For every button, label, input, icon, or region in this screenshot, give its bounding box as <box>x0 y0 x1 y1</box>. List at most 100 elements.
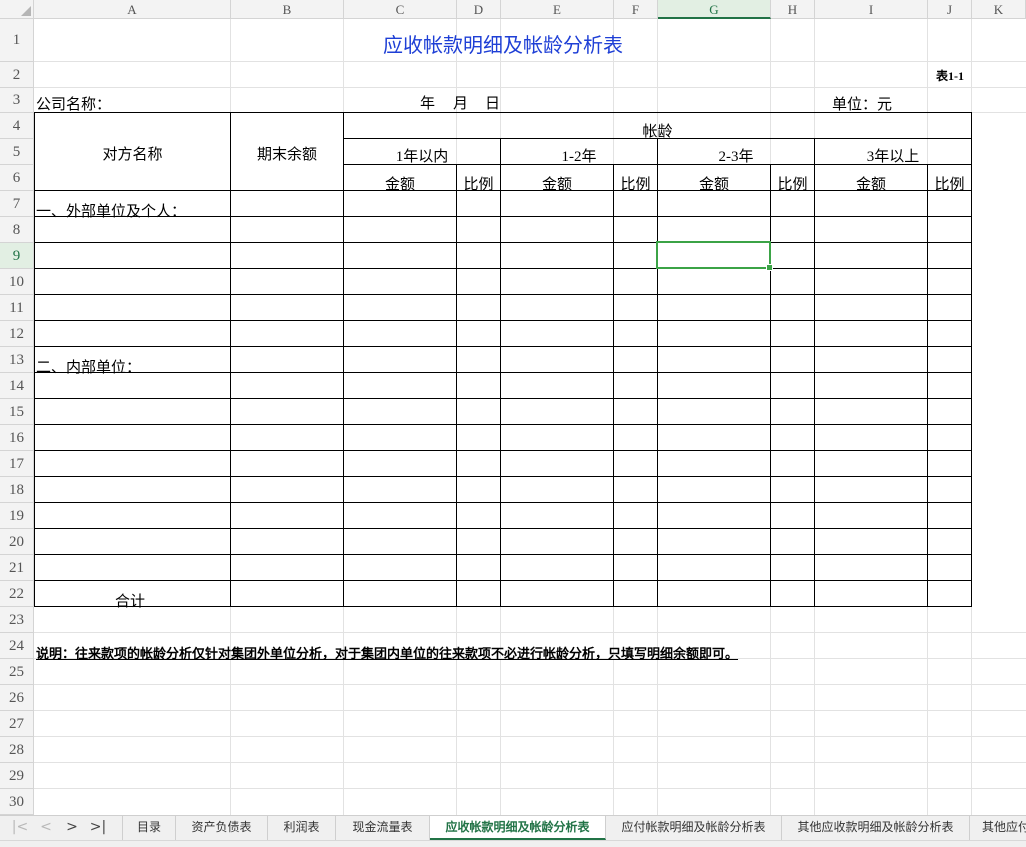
row-header[interactable]: 3 <box>0 88 34 113</box>
table-border <box>34 268 972 269</box>
table-border <box>34 476 972 477</box>
date-month-label: 月 <box>453 96 469 112</box>
gridline <box>34 87 1026 88</box>
col-header-c[interactable]: C <box>344 0 457 19</box>
row-header[interactable]: 27 <box>0 711 34 737</box>
row-header[interactable]: 20 <box>0 529 34 555</box>
table-border <box>34 580 972 581</box>
row-header[interactable]: 21 <box>0 555 34 581</box>
table-border <box>34 398 972 399</box>
table-border <box>34 450 972 451</box>
aging-range-2-3y: 2-3年 <box>718 149 754 165</box>
selected-cell-g9[interactable] <box>656 241 773 271</box>
col-header-b[interactable]: B <box>231 0 344 19</box>
sheet-tab-cash-flow[interactable]: 现金流量表 <box>336 816 430 840</box>
spreadsheet[interactable]: A B C D E F G H I J K 1 2 3 4 5 6 7 8 9 … <box>0 0 1026 847</box>
col-header-j[interactable]: J <box>928 0 972 19</box>
table-border <box>34 554 972 555</box>
row-header[interactable]: 9 <box>0 243 34 269</box>
row-header[interactable]: 24 <box>0 633 34 659</box>
sheet-tab-other-receivables-aging[interactable]: 其他应收款明细及帐龄分析表 <box>782 816 970 840</box>
row-header[interactable]: 7 <box>0 191 34 217</box>
col-header-e[interactable]: E <box>501 0 614 19</box>
sheet-tab-other-payables[interactable]: 其他应付 <box>970 816 1026 840</box>
table-border <box>34 528 972 529</box>
row-header[interactable]: 13 <box>0 347 34 373</box>
col-header-i[interactable]: I <box>815 0 928 19</box>
row-header[interactable]: 8 <box>0 217 34 243</box>
col-header-f[interactable]: F <box>614 0 658 19</box>
gridline <box>34 788 1026 789</box>
row-header[interactable]: 23 <box>0 607 34 633</box>
header-ending-balance: 期末余额 <box>256 147 317 163</box>
row-header[interactable]: 11 <box>0 295 34 321</box>
sheet-tab-balance-sheet[interactable]: 资产负债表 <box>176 816 268 840</box>
total-label: 合计 <box>115 594 146 610</box>
table-border <box>34 502 972 503</box>
row-header[interactable]: 1 <box>0 19 34 62</box>
table-border <box>34 242 972 243</box>
ratio-header: 比例 <box>934 177 965 193</box>
table-border <box>34 606 972 607</box>
row-header[interactable]: 2 <box>0 62 34 88</box>
table-border <box>34 294 972 295</box>
sheet-tab-contents[interactable]: 目录 <box>122 816 176 840</box>
row-header[interactable]: 4 <box>0 113 34 139</box>
gridline <box>34 762 1026 763</box>
col-header-d[interactable]: D <box>457 0 501 19</box>
sheet-tab-bar: |< < > >| 目录 资产负债表 利润表 现金流量表 应收帐款明细及帐龄分析… <box>0 815 1026 840</box>
row-header[interactable]: 29 <box>0 763 34 789</box>
row-header[interactable]: 12 <box>0 321 34 347</box>
sheet-tab-receivables-aging[interactable]: 应收帐款明细及帐龄分析表 <box>430 816 606 840</box>
amount-header: 金额 <box>541 177 572 193</box>
col-header-a[interactable]: A <box>34 0 231 19</box>
col-header-k[interactable]: K <box>972 0 1026 19</box>
select-all-corner[interactable] <box>0 0 34 19</box>
next-sheet-icon[interactable]: > <box>60 816 84 840</box>
row-header[interactable]: 15 <box>0 399 34 425</box>
row-header[interactable]: 5 <box>0 139 34 165</box>
row-header[interactable]: 30 <box>0 789 34 815</box>
row-header[interactable]: 18 <box>0 477 34 503</box>
table-border <box>770 164 771 607</box>
table-border <box>34 346 972 347</box>
amount-header: 金额 <box>384 177 415 193</box>
gridline <box>34 61 1026 62</box>
unit-label: 单位：元 <box>832 97 893 113</box>
row-header[interactable]: 16 <box>0 425 34 451</box>
aging-range-1-2y: 1-2年 <box>561 149 597 165</box>
table-border <box>613 164 614 607</box>
table-border <box>971 112 972 607</box>
gridline <box>34 632 1026 633</box>
gridline <box>34 710 1026 711</box>
col-header-h[interactable]: H <box>771 0 815 19</box>
row-header[interactable]: 14 <box>0 373 34 399</box>
aging-range-over-3y: 3年以上 <box>866 149 920 165</box>
row-header[interactable]: 19 <box>0 503 34 529</box>
col-header-g[interactable]: G <box>658 0 771 19</box>
row-header[interactable]: 6 <box>0 165 34 191</box>
table-border <box>456 164 457 607</box>
row-header[interactable]: 22 <box>0 581 34 607</box>
row-header[interactable]: 26 <box>0 685 34 711</box>
gridline <box>34 736 1026 737</box>
row-header[interactable]: 17 <box>0 451 34 477</box>
table-number: 表1-1 <box>936 69 964 83</box>
amount-header: 金额 <box>855 177 886 193</box>
table-border <box>34 320 972 321</box>
table-border <box>34 424 972 425</box>
row-header[interactable]: 25 <box>0 659 34 685</box>
row-header[interactable]: 28 <box>0 737 34 763</box>
status-bar <box>0 840 1026 847</box>
sheet-tab-payables-aging[interactable]: 应付帐款明细及帐龄分析表 <box>606 816 782 840</box>
prev-sheet-icon[interactable]: < <box>34 816 58 840</box>
aging-range-under-1y: 1年以内 <box>395 149 449 165</box>
header-counterparty: 对方名称 <box>102 147 163 163</box>
first-sheet-icon[interactable]: |< <box>8 816 32 840</box>
section-external-units: 一、外部单位及个人： <box>36 204 187 220</box>
row-header[interactable]: 10 <box>0 269 34 295</box>
footnote: 说明：往来款项的帐龄分析仅针对集团外单位分析，对于集团内单位的往来款项不必进行帐… <box>36 646 739 661</box>
amount-header: 金额 <box>698 177 729 193</box>
sheet-tab-income-statement[interactable]: 利润表 <box>268 816 336 840</box>
last-sheet-icon[interactable]: >| <box>86 816 110 840</box>
